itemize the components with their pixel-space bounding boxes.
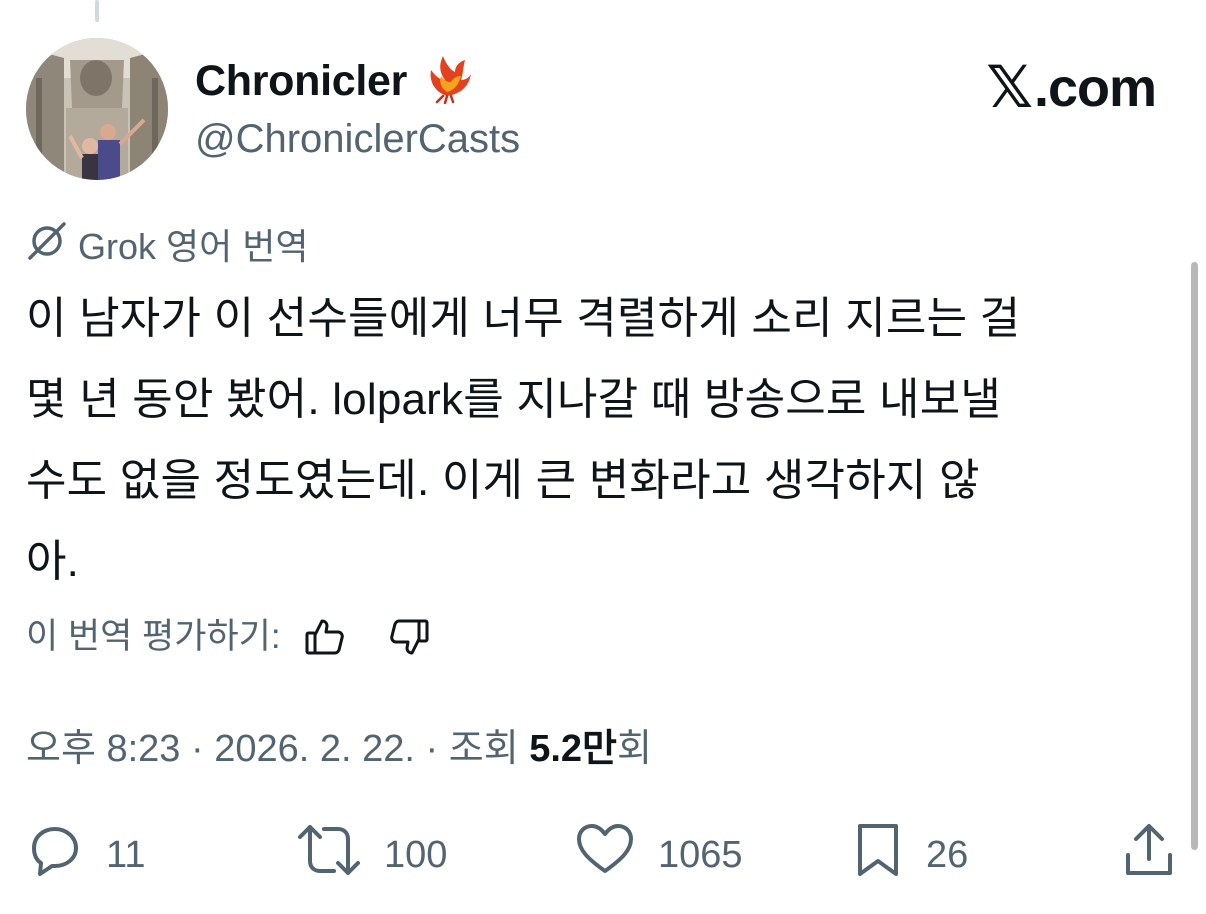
- bookmark-button[interactable]: 26: [852, 820, 968, 890]
- reply-button[interactable]: 11: [26, 820, 145, 890]
- tweet-date[interactable]: 2026. 2. 22.: [214, 728, 415, 770]
- translation-label: Grok 영어 번역: [78, 226, 309, 267]
- reply-icon: [26, 821, 84, 889]
- action-bar: 11 100 1065 26: [26, 820, 1182, 890]
- author-handle[interactable]: @ChroniclerCasts: [195, 113, 520, 165]
- views-suffix: 회: [617, 728, 652, 770]
- x-com-logo: 𝕏 .com: [986, 55, 1157, 120]
- scrollbar[interactable]: [1191, 262, 1198, 850]
- thumbs-up-icon[interactable]: [303, 615, 347, 659]
- reply-count: 11: [106, 833, 146, 876]
- tweet-line: 수도 없을 정도였는데. 이게 큰 변화라고 생각하지 않: [26, 456, 980, 505]
- repost-count: 100: [384, 833, 448, 876]
- x-logo-icon: 𝕏: [986, 55, 1033, 120]
- share-button[interactable]: [1120, 820, 1178, 890]
- meta-separator: ·: [180, 728, 215, 770]
- repost-icon: [296, 821, 362, 889]
- views-count: 5.2만: [529, 728, 618, 770]
- tweet-line: 몇 년 동안 봤어. lolpark를 지나갈 때 방송으로 내보낼: [26, 375, 1002, 424]
- tweet-metadata: 오후 8:23 · 2026. 2. 22. · 조회 5.2만회: [26, 722, 652, 776]
- tweet-text: 이 남자가 이 선수들에게 너무 격렬하게 소리 지르는 걸 몇 년 동안 봤어…: [26, 278, 1176, 602]
- bookmark-icon: [852, 821, 904, 889]
- tweet-line: 이 남자가 이 선수들에게 너무 격렬하게 소리 지르는 걸: [26, 294, 1021, 343]
- meta-separator: ·: [414, 728, 449, 770]
- like-count: 1065: [658, 833, 743, 876]
- views-label: 조회: [448, 728, 530, 770]
- rate-translation-row: 이 번역 평가하기:: [26, 612, 431, 662]
- avatar-photo: [26, 38, 168, 180]
- like-button[interactable]: 1065: [574, 820, 743, 890]
- display-name[interactable]: Chronicler: [195, 55, 407, 107]
- share-icon: [1120, 821, 1178, 889]
- rate-translation-label: 이 번역 평가하기:: [26, 617, 281, 656]
- author-name-row[interactable]: Chronicler: [195, 52, 473, 109]
- bookmark-count: 26: [926, 833, 969, 876]
- thread-connector-line: [95, 0, 99, 22]
- tweet-time[interactable]: 오후 8:23: [26, 728, 180, 770]
- grok-translation-label: Grok 영어 번역: [26, 220, 309, 274]
- grok-icon: [26, 220, 68, 274]
- repost-button[interactable]: 100: [296, 820, 447, 890]
- phoenix-emoji-icon: [421, 52, 473, 109]
- thumbs-down-icon[interactable]: [387, 615, 431, 659]
- avatar[interactable]: [26, 38, 168, 180]
- tweet-line: 아.: [26, 537, 80, 586]
- heart-icon: [574, 821, 636, 889]
- brand-domain: .com: [1033, 58, 1157, 118]
